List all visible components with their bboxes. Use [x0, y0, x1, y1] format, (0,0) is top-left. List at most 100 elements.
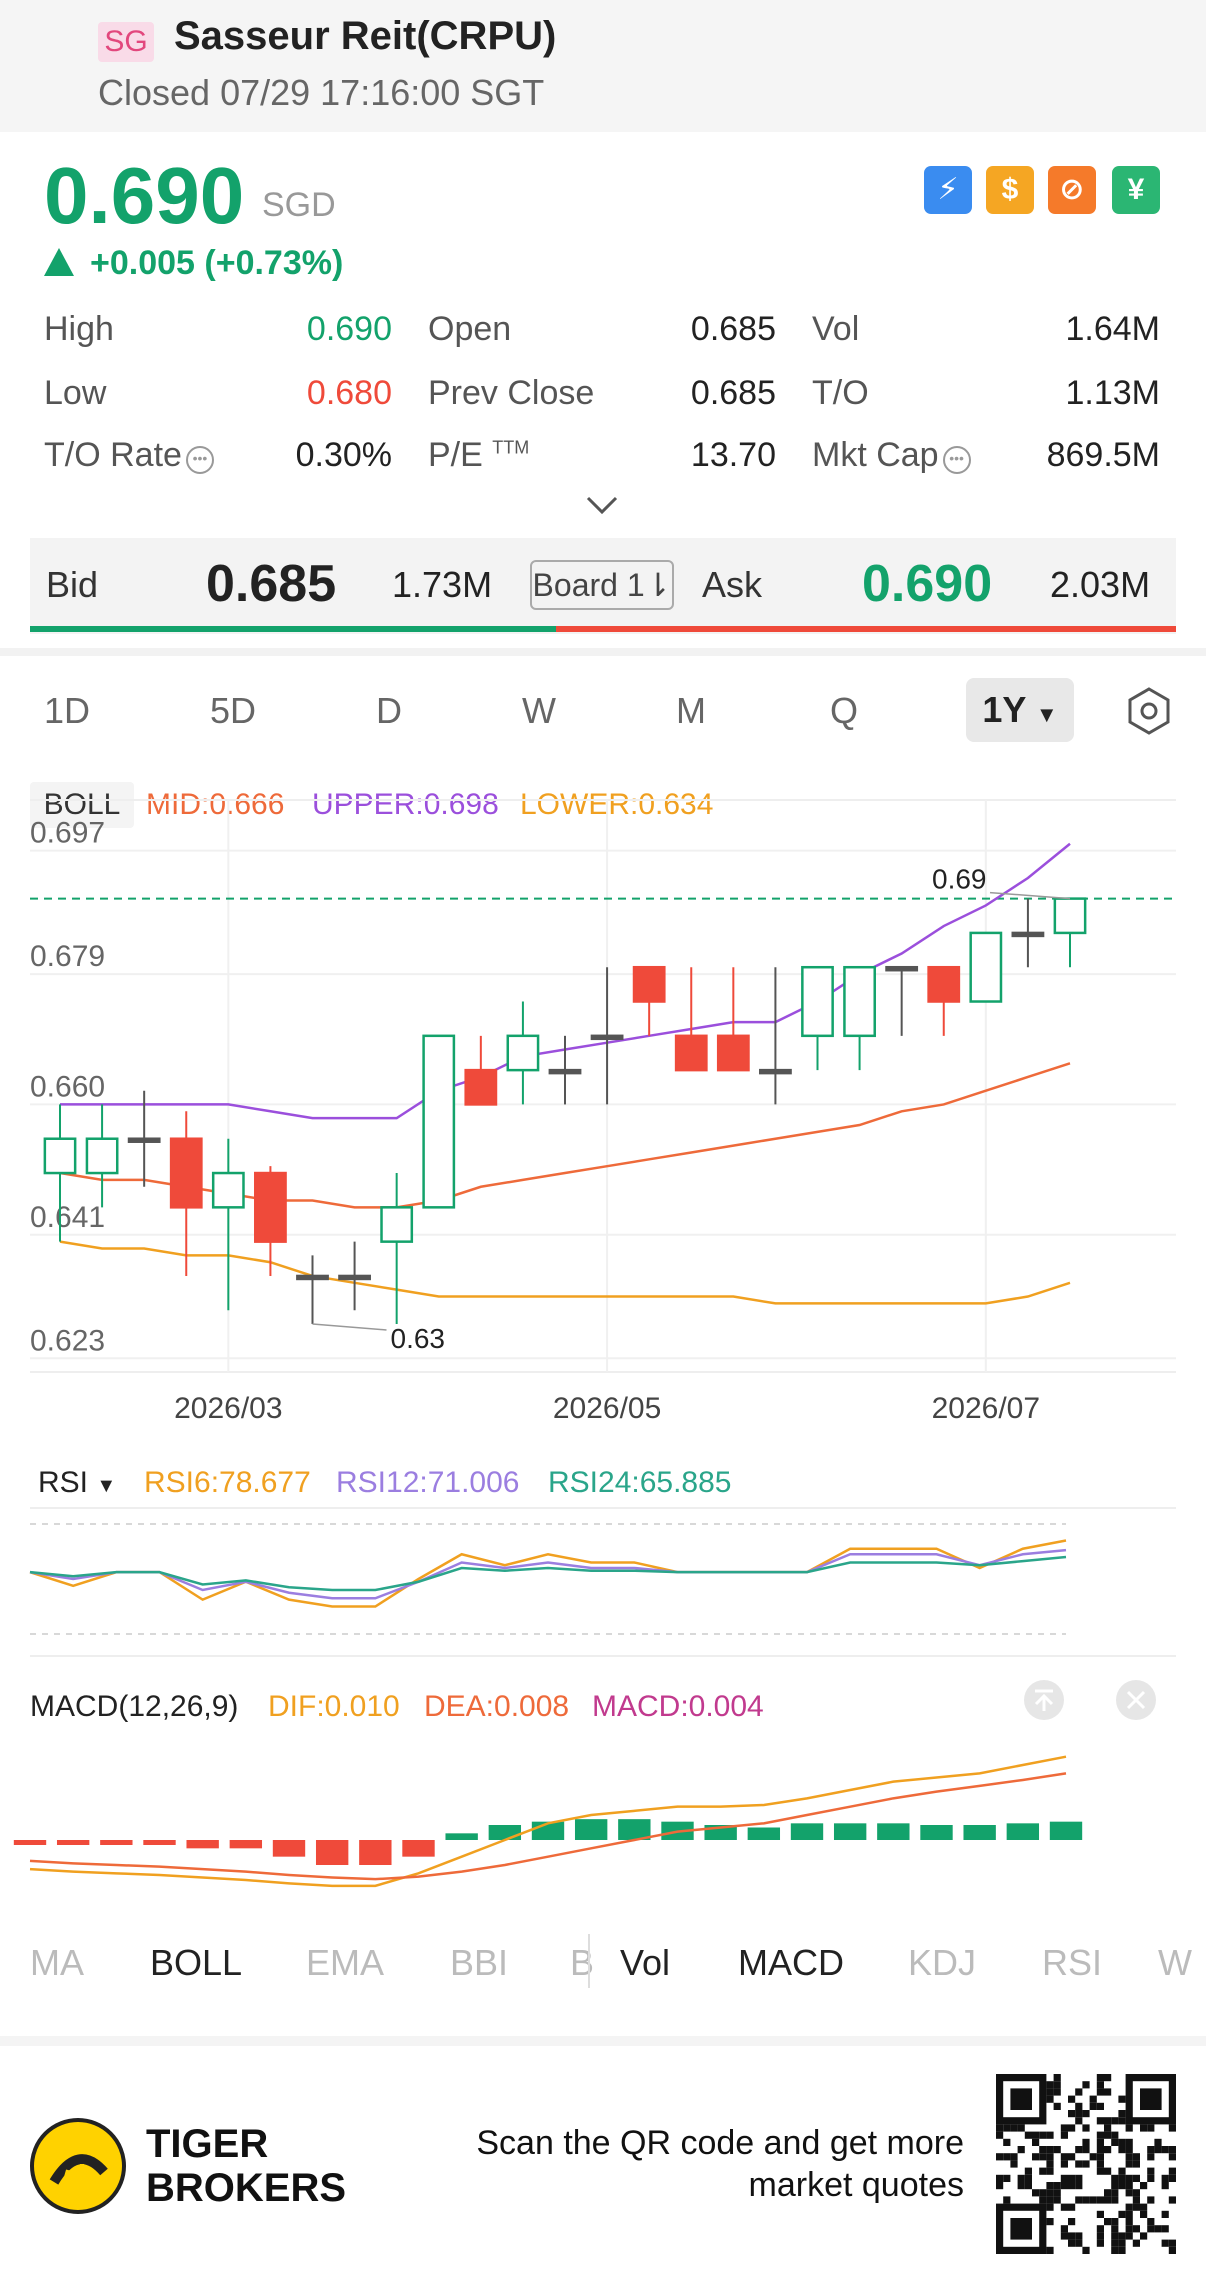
- board-button[interactable]: Board 1⇂: [530, 560, 674, 610]
- cash-hand-icon[interactable]: ¥: [1112, 166, 1160, 214]
- qr-module: [1161, 2210, 1169, 2218]
- candle-body: [127, 1137, 161, 1143]
- bid-ratio-bar: [30, 626, 556, 632]
- indicator-tab-w[interactable]: W: [1158, 1942, 1192, 1984]
- qr-module: [1125, 2124, 1133, 2132]
- dif-legend: DIF:0.010: [268, 1690, 400, 1723]
- qr-module: [1118, 2232, 1126, 2240]
- qr-module: [1017, 2124, 1025, 2132]
- tab-1y[interactable]: 1Y ▼: [966, 678, 1074, 742]
- qr-module: [1168, 2146, 1176, 2154]
- macd-bar: [920, 1825, 953, 1840]
- macd-bar: [1006, 1823, 1040, 1840]
- qr-module: [1017, 2146, 1025, 2154]
- macd-bar: [229, 1840, 263, 1849]
- qr-module: [1075, 2160, 1083, 2168]
- macd-legend: MACD:0.004: [592, 1690, 764, 1723]
- qr-module: [1032, 2131, 1040, 2139]
- qr-module: [1168, 2153, 1176, 2161]
- macd-bar: [790, 1823, 824, 1840]
- qr-module: [1046, 2088, 1054, 2096]
- qr-module: [1046, 2182, 1054, 2190]
- qr-finder: [1010, 2218, 1032, 2240]
- qr-module: [1147, 2124, 1155, 2132]
- info-icon[interactable]: •••: [185, 446, 214, 474]
- qr-module: [1039, 2196, 1047, 2204]
- qr-module: [1111, 2189, 1119, 2197]
- qr-module: [1125, 2160, 1133, 2168]
- qr-module: [1147, 2146, 1155, 2154]
- qr-module: [1032, 2138, 1040, 2146]
- qr-module: [1096, 2131, 1104, 2139]
- candle-body: [1053, 897, 1087, 935]
- caret-down-icon: ▼: [96, 1475, 117, 1497]
- qr-module: [1161, 2182, 1169, 2190]
- close-icon[interactable]: [1114, 1678, 1158, 1722]
- tiger-logo-icon: [30, 2118, 126, 2214]
- dollar-icon[interactable]: $: [986, 166, 1034, 214]
- rsi-indicator-button[interactable]: RSI ▼: [38, 1466, 116, 1500]
- qr-module: [1075, 2196, 1083, 2204]
- qr-module: [1024, 2131, 1032, 2139]
- qr-module: [1104, 2074, 1112, 2082]
- pin-top-icon[interactable]: [1022, 1678, 1066, 1722]
- info-icon[interactable]: •••: [942, 446, 971, 474]
- macd-label: MACD(12,26,9): [30, 1690, 239, 1723]
- settings-icon[interactable]: [1124, 686, 1174, 736]
- qr-module: [1147, 2196, 1155, 2204]
- indicator-tab-bbi[interactable]: BBI: [450, 1942, 508, 1984]
- macd-bar: [315, 1840, 349, 1865]
- qr-module: [1147, 2174, 1155, 2182]
- qr-module: [1046, 2203, 1054, 2211]
- qr-module: [1096, 2225, 1104, 2233]
- qr-module: [1060, 2174, 1068, 2182]
- qr-module: [1082, 2146, 1090, 2154]
- ask-price: 0.690: [862, 555, 993, 613]
- indicator-tab-boll[interactable]: BOLL: [150, 1942, 242, 1984]
- candlestick-chart[interactable]: 0.697 0.679 0.660 0.641 0.623 2026/03 2026/05 2…: [0, 770, 1206, 1430]
- prev-close-value: 0.685: [690, 374, 776, 412]
- qr-module: [1132, 2225, 1140, 2233]
- qr-module: [1032, 2189, 1040, 2197]
- indicator-tab-ma[interactable]: MA: [30, 1942, 84, 1984]
- indicator-tab-ema[interactable]: EMA: [306, 1942, 384, 1984]
- candle-body: [296, 1274, 329, 1281]
- lightning-icon[interactable]: ⚡: [924, 166, 972, 214]
- candle-body: [43, 1137, 77, 1175]
- qr-module: [1140, 2210, 1148, 2218]
- to-rate-label: T/O Rate •••: [44, 436, 214, 475]
- indicator-tab-macd[interactable]: MACD: [738, 1942, 844, 1984]
- tab-day[interactable]: D: [376, 690, 402, 732]
- qr-module: [1125, 2153, 1133, 2161]
- qr-module: [1168, 2239, 1176, 2247]
- tab-week[interactable]: W: [522, 690, 556, 732]
- qr-module: [1096, 2146, 1104, 2154]
- indicator-tab-kdj[interactable]: KDJ: [908, 1942, 976, 1984]
- x-tick-label: 2026/03: [174, 1392, 282, 1425]
- qr-module: [1046, 2167, 1054, 2175]
- qr-module: [1096, 2074, 1104, 2082]
- indicator-tab-rsi[interactable]: RSI: [1042, 1942, 1102, 1984]
- footer-divider: [0, 2036, 1206, 2046]
- qr-module: [1118, 2210, 1126, 2218]
- indicator-tab-vol[interactable]: Vol: [620, 1942, 670, 1984]
- tab-1d[interactable]: 1D: [44, 690, 90, 732]
- qr-module: [1010, 2160, 1018, 2168]
- qr-module: [1075, 2117, 1083, 2125]
- no-short-icon[interactable]: ⊘: [1048, 166, 1096, 214]
- qr-module: [1068, 2239, 1076, 2247]
- qr-module: [1140, 2232, 1148, 2240]
- qr-finder: [1140, 2088, 1162, 2110]
- qr-module: [1168, 2174, 1176, 2182]
- qr-module: [1053, 2081, 1061, 2089]
- tab-quarter[interactable]: Q: [830, 690, 858, 732]
- vol-label: Vol: [812, 310, 860, 348]
- qr-module: [1053, 2196, 1061, 2204]
- qr-module: [1096, 2117, 1104, 2125]
- qr-module: [1125, 2174, 1133, 2182]
- tab-5d[interactable]: 5D: [210, 690, 256, 732]
- indicator-tab-b[interactable]: B: [570, 1942, 594, 1984]
- tab-month[interactable]: M: [676, 690, 706, 732]
- expand-chevron-icon[interactable]: [584, 494, 620, 518]
- qr-module: [1003, 2138, 1011, 2146]
